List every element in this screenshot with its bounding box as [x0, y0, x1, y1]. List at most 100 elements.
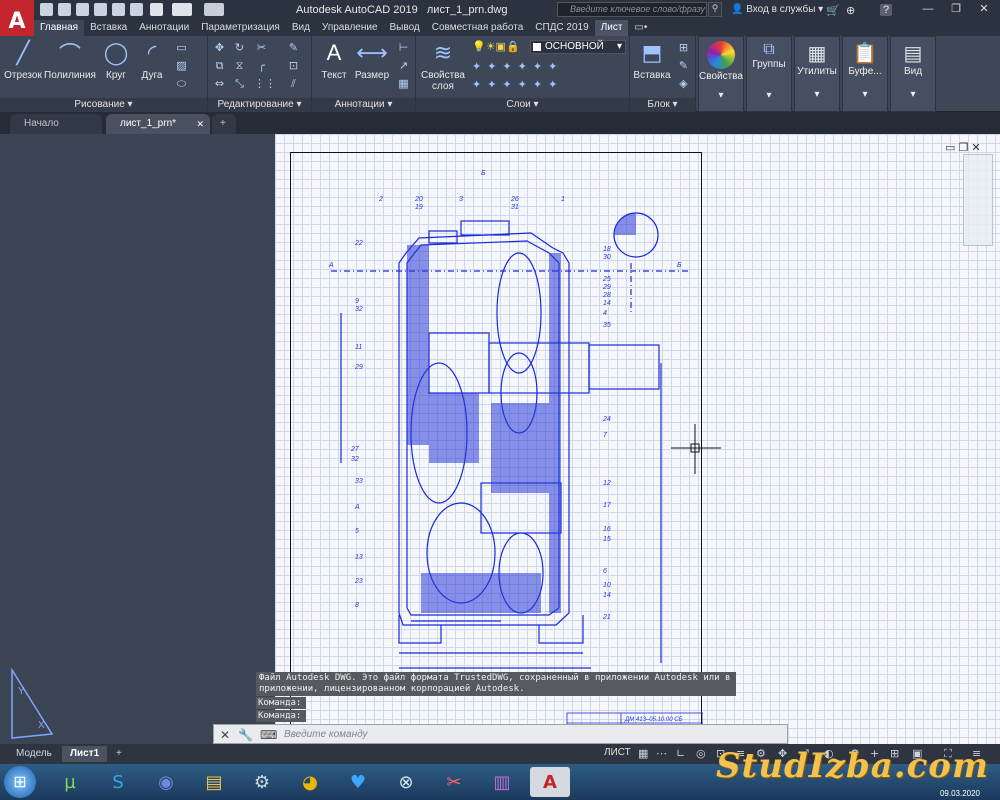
line-button[interactable]: ╱ Отрезок [4, 38, 42, 82]
discord-icon[interactable]: ◉ [146, 767, 186, 797]
ellipse-icon[interactable]: ⬭ [174, 76, 189, 91]
tab-view[interactable]: Вид [286, 20, 316, 36]
close-icon[interactable]: ✕ [196, 114, 204, 134]
add-layout-button[interactable]: + [108, 746, 130, 762]
layer-properties-button[interactable]: ≋ Свойства слоя [420, 38, 466, 93]
trim-icon[interactable]: ✂ [254, 40, 269, 55]
polyline-button[interactable]: ⌒ Полилиния [44, 38, 96, 81]
tab-spds[interactable]: СПДС 2019 [529, 20, 594, 36]
ribbon-toggle-icon[interactable]: ▭• [628, 20, 653, 36]
exchange-icon[interactable]: ⊕ [846, 4, 855, 17]
wrench-icon[interactable]: 🔧 [238, 728, 253, 742]
command-icon[interactable]: ⌨ [260, 728, 277, 742]
utilities-button[interactable]: ▦ Утилиты ▾ [794, 36, 840, 112]
close-icon[interactable]: ✕ [970, 1, 998, 18]
tab-parametric[interactable]: Параметризация [195, 20, 286, 36]
tab-insert[interactable]: Вставка [84, 20, 133, 36]
save-as-icon[interactable] [94, 3, 107, 16]
cart-icon[interactable]: 🛒 [826, 4, 840, 17]
scale-icon[interactable]: ⤡ [232, 76, 247, 91]
open-icon[interactable] [58, 3, 71, 16]
hatch-icon[interactable]: ▨ [174, 58, 189, 73]
leader-icon[interactable]: ↗ [396, 58, 411, 73]
move-icon[interactable]: ✥ [212, 40, 227, 55]
offset-icon[interactable]: ⫽ [286, 76, 301, 91]
navigation-bar[interactable] [963, 154, 993, 246]
dimension-button[interactable]: ⟷ Размер [352, 38, 392, 82]
rotate-icon[interactable]: ↻ [232, 40, 247, 55]
winrar-icon[interactable]: ▥ [482, 767, 522, 797]
groups-button[interactable]: ⧉ Группы ▾ [746, 36, 792, 112]
explode-icon[interactable]: ⊡ [286, 58, 301, 73]
properties-button[interactable]: Свойства ▾ [698, 36, 744, 112]
tab-output[interactable]: Вывод [384, 20, 426, 36]
undo-icon[interactable] [150, 3, 163, 16]
cloud-icon[interactable] [112, 3, 125, 16]
layer-tools-row2[interactable]: ✦✦✦✦✦✦ [472, 78, 563, 91]
help-icon[interactable]: ? [880, 4, 893, 16]
create-block-icon[interactable]: ⊞ [676, 40, 691, 55]
paint-icon[interactable]: ✂ [434, 767, 474, 797]
clipboard-button[interactable]: 📋 Буфе... ▾ [842, 36, 888, 112]
autocad-taskbar-icon[interactable]: A [530, 767, 570, 797]
polar-icon[interactable]: ◎ [696, 747, 706, 760]
layers-panel-title[interactable]: Слои ▾ [416, 98, 629, 112]
circle-button[interactable]: ◯ Круг [100, 38, 132, 82]
autocad-logo[interactable]: A [0, 0, 34, 36]
arc-button[interactable]: ◜ Дуга [136, 38, 168, 82]
binoculars-icon[interactable]: ⚲ [708, 2, 722, 17]
search-input[interactable]: Введите ключевое слово/фразу [557, 2, 707, 17]
tab-drawing[interactable]: лист_1_prn* ✕ [106, 114, 210, 134]
redo-icon[interactable] [172, 3, 192, 16]
tab-sheet[interactable]: Лист [594, 20, 629, 36]
copy-icon[interactable]: ⧉ [212, 58, 227, 73]
restore-icon[interactable]: ❐ [942, 1, 970, 18]
tab-layout1[interactable]: Лист1 [62, 746, 108, 762]
tab-collaborate[interactable]: Совместная работа [426, 20, 530, 36]
utorrent-icon[interactable]: µ [50, 767, 90, 797]
new-tab-button[interactable]: + [212, 114, 236, 134]
stretch-icon[interactable]: ⇔ [212, 76, 227, 91]
drawing-workspace[interactable]: 2 20 19 3 26 31 1 22 18 30 25 29 28 14 4… [0, 134, 1000, 744]
viewport-controls[interactable]: ▭ ❐ ✕ [945, 141, 981, 154]
snap-icon[interactable]: ⋯ [656, 747, 667, 760]
command-input[interactable]: Введите команду [284, 729, 368, 740]
insert-button[interactable]: ⬒ Вставка [632, 38, 672, 82]
annotation-panel-title[interactable]: Аннотации ▾ [312, 98, 415, 112]
skype-icon[interactable]: S [98, 767, 138, 797]
minimize-icon[interactable]: — [914, 1, 942, 18]
grid-icon[interactable]: ▦ [638, 747, 648, 760]
modify-panel-title[interactable]: Редактирование ▾ [208, 98, 311, 112]
tab-start[interactable]: Начало [10, 114, 102, 134]
steam-icon[interactable]: ⚙ [242, 767, 282, 797]
app-icon[interactable]: ⊗ [386, 767, 426, 797]
layer-state-icons[interactable]: 💡☀▣🔒 [472, 40, 520, 53]
ortho-icon[interactable]: ∟ [676, 747, 685, 760]
tab-model[interactable]: Модель [8, 746, 60, 762]
paper-space[interactable]: 2 20 19 3 26 31 1 22 18 30 25 29 28 14 4… [275, 134, 1000, 744]
attribute-icon[interactable]: ◈ [676, 76, 691, 91]
space-indicator[interactable]: ЛИСТ [604, 747, 631, 758]
mirror-icon[interactable]: ⧖ [232, 58, 247, 73]
share-icon[interactable] [204, 3, 224, 16]
tab-manage[interactable]: Управление [316, 20, 384, 36]
tab-home[interactable]: Главная [34, 20, 85, 36]
block-panel-title[interactable]: Блок ▾ [630, 98, 695, 112]
save-icon[interactable] [76, 3, 89, 16]
tab-annotate[interactable]: Аннотации [133, 20, 195, 36]
erase-icon[interactable]: ✎ [286, 40, 301, 55]
array-icon[interactable]: ⋮⋮ [254, 76, 276, 91]
close-icon[interactable]: ✕ [220, 728, 230, 742]
view-button[interactable]: ▤ Вид ▾ [890, 36, 936, 112]
new-icon[interactable] [40, 3, 53, 16]
fillet-icon[interactable]: ╭ [254, 58, 269, 73]
start-button[interactable]: ⊞ [4, 766, 36, 798]
layer-tools-row1[interactable]: ✦✦✦✦✦✦ [472, 60, 563, 73]
chrome-icon[interactable]: ◕ [290, 767, 330, 797]
layer-dropdown[interactable]: ОСНОВНОЙ ▾ [530, 40, 626, 54]
heart-app-icon[interactable]: ♥ [338, 767, 378, 797]
edit-block-icon[interactable]: ✎ [676, 58, 691, 73]
signin-button[interactable]: 👤 Вход в службы ▾ [731, 4, 823, 15]
linear-dim-icon[interactable]: ⊢ [396, 40, 411, 55]
table-icon[interactable]: ▦ [396, 76, 411, 91]
